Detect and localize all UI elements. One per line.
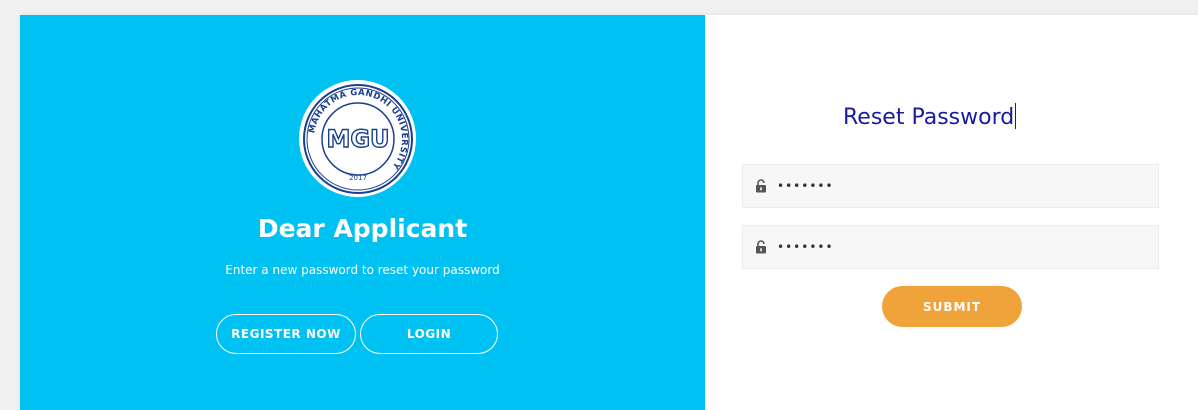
new-password-input[interactable] [775,178,1139,194]
new-password-field[interactable] [742,164,1159,208]
svg-text:2017: 2017 [349,174,367,182]
reset-password-card: MAHATMA GANDHI UNIVERSITY 2017 MGU Dear … [20,15,1198,410]
welcome-title: Dear Applicant [257,214,468,243]
welcome-panel: MAHATMA GANDHI UNIVERSITY 2017 MGU Dear … [20,15,705,410]
register-now-button[interactable]: REGISTER NOW [216,314,356,354]
lock-icon [755,240,767,254]
login-button[interactable]: LOGIN [360,314,498,354]
confirm-password-input[interactable] [775,239,1139,255]
welcome-subtitle: Enter a new password to reset your passw… [225,263,500,277]
svg-text:MGU: MGU [326,125,389,153]
confirm-password-field[interactable] [742,225,1159,269]
text-cursor [1015,103,1017,129]
form-title-text: Reset Password [843,105,1015,130]
lock-icon [755,179,767,193]
form-title: Reset Password [843,103,1017,133]
mgu-logo: MAHATMA GANDHI UNIVERSITY 2017 MGU [299,80,416,197]
submit-button[interactable]: SUBMIT [882,286,1022,327]
